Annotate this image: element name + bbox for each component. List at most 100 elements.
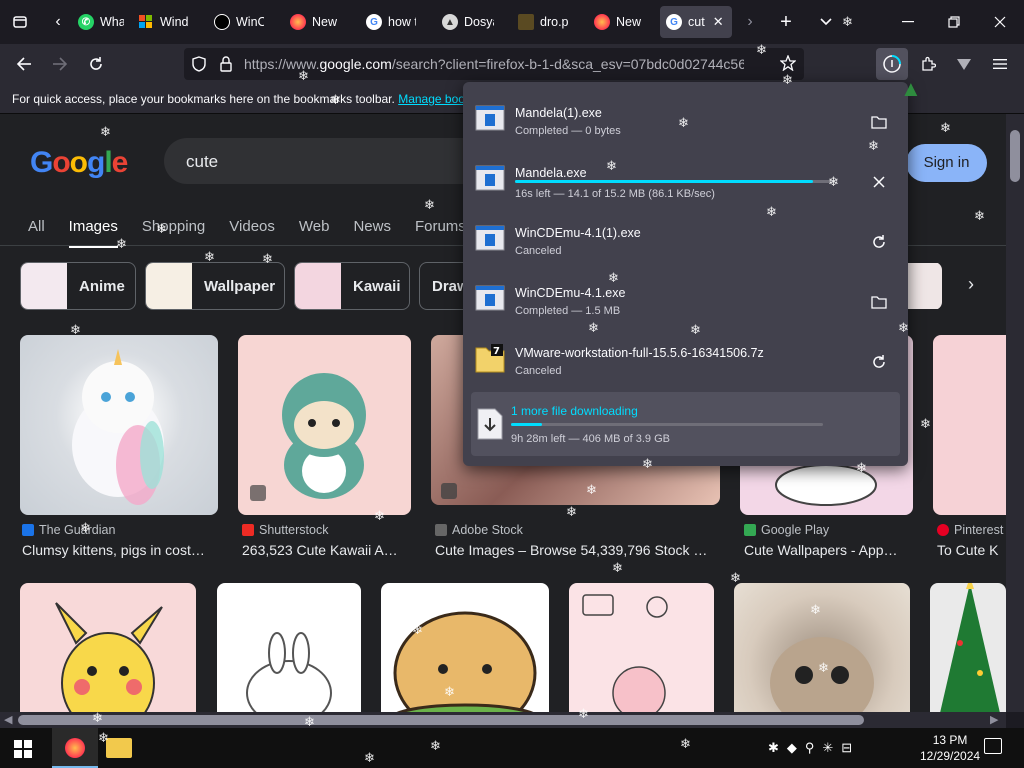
image-result-dog-burger[interactable] xyxy=(381,583,549,712)
close-window-icon[interactable] xyxy=(984,6,1016,38)
back-icon[interactable] xyxy=(8,48,40,80)
retry-icon[interactable] xyxy=(867,350,891,374)
google-logo[interactable]: Google xyxy=(30,146,128,180)
minimize-icon[interactable] xyxy=(892,6,924,38)
image-result-kitten[interactable] xyxy=(20,335,218,515)
tab-dosya[interactable]: ▲ Dosya xyxy=(436,6,500,38)
tab-videos[interactable]: Videos xyxy=(229,218,275,248)
image-result-molang[interactable] xyxy=(217,583,361,712)
result-caption[interactable]: To Cute K xyxy=(937,542,1006,558)
exe-file-icon xyxy=(475,285,505,311)
start-button[interactable] xyxy=(14,740,32,763)
image-result-kawaii-dino[interactable] xyxy=(238,335,411,515)
tab-whatsapp[interactable]: ✆ What xyxy=(72,6,130,38)
image-result-pikachu[interactable] xyxy=(20,583,196,712)
download-progress-bar xyxy=(511,423,823,426)
file-explorer-icon[interactable] xyxy=(106,738,132,758)
navigation-toolbar: https://www.google.com/search?client=fir… xyxy=(0,44,1024,84)
chip-wallpaper[interactable]: Wallpaper xyxy=(145,262,285,310)
file-icon xyxy=(518,14,534,30)
cancel-icon[interactable] xyxy=(867,170,891,194)
tab-dro[interactable]: dro.p xyxy=(512,6,576,38)
exe-file-icon xyxy=(475,105,505,131)
lock-icon[interactable] xyxy=(220,56,232,77)
image-result-doodle[interactable] xyxy=(569,583,714,712)
source-google-play[interactable]: Google Play xyxy=(744,523,829,537)
source-adobe[interactable]: Adobe Stock xyxy=(435,523,523,537)
result-caption[interactable]: Cute Wallpapers - App… xyxy=(744,542,914,558)
tab-shopping[interactable]: Shopping xyxy=(142,218,205,248)
scroll-left-icon[interactable]: ◀ xyxy=(4,713,12,726)
taskbar-clock[interactable]: 13 PM 12/29/2024 xyxy=(920,732,980,764)
tab-windows[interactable]: Wind xyxy=(132,6,200,38)
tab-github[interactable]: WinC xyxy=(208,6,270,38)
result-caption[interactable]: Clumsy kittens, pigs in cost… xyxy=(22,542,218,558)
tab-how[interactable]: G how t xyxy=(360,6,422,38)
download-filename: Mandela(1).exe xyxy=(515,106,602,120)
url-text[interactable]: https://www.google.com/search?client=fir… xyxy=(244,56,744,72)
taskbar-firefox[interactable] xyxy=(52,728,98,768)
source-guardian[interactable]: The Guardian xyxy=(22,523,115,537)
horizontal-scrollbar[interactable]: ◀ ▶ xyxy=(0,712,1006,728)
download-item[interactable]: 7 VMware-workstation-full-15.5.6-1634150… xyxy=(463,330,908,390)
tab-forums[interactable]: Forums xyxy=(415,218,466,248)
download-item[interactable]: WinCDEmu-4.1.exe Completed — 1.5 MB xyxy=(463,270,908,330)
bookmark-star-icon[interactable] xyxy=(779,54,797,76)
manage-bookmarks-link[interactable]: Manage book xyxy=(398,92,471,106)
scroll-tabs-left-icon[interactable]: ‹ xyxy=(44,6,72,38)
restore-icon[interactable] xyxy=(938,6,970,38)
tab-cute-active[interactable]: G cut ✕ xyxy=(660,6,732,38)
chip-label: Anime xyxy=(79,277,125,295)
system-tray-icons[interactable]: ✱◆⚲✳⊟ xyxy=(768,740,860,756)
folder-icon[interactable] xyxy=(867,290,891,314)
folder-icon[interactable] xyxy=(867,110,891,134)
site-favicon-icon xyxy=(242,524,254,536)
chip-anime[interactable]: Anime xyxy=(20,262,136,310)
scrollbar-thumb[interactable] xyxy=(18,715,864,725)
scroll-tabs-right-icon[interactable]: › xyxy=(736,6,764,38)
source-shutterstock[interactable]: Shutterstock xyxy=(242,523,328,537)
notification-icon[interactable] xyxy=(984,738,1002,754)
image-result-pinterest[interactable] xyxy=(933,335,1006,515)
scrollbar-thumb[interactable] xyxy=(1010,130,1020,182)
source-pinterest[interactable]: Pinterest xyxy=(937,523,1003,537)
download-filename: VMware-workstation-full-15.5.6-16341506.… xyxy=(515,346,764,360)
tab-new-1[interactable]: New xyxy=(284,6,346,38)
new-tab-icon[interactable]: + xyxy=(770,6,802,38)
result-caption[interactable]: 263,523 Cute Kawaii A… xyxy=(242,542,412,558)
sign-in-button[interactable]: Sign in xyxy=(906,144,987,182)
menu-icon[interactable] xyxy=(984,48,1016,80)
windows-taskbar: ✱◆⚲✳⊟ 13 PM 12/29/2024 xyxy=(0,728,1024,768)
image-result-cat-photo[interactable] xyxy=(734,583,910,712)
scroll-right-icon[interactable]: ▶ xyxy=(990,713,998,726)
tab-web[interactable]: Web xyxy=(299,218,330,248)
more-downloads-row[interactable]: 1 more file downloading 9h 28m left — 40… xyxy=(471,392,900,456)
forward-icon[interactable] xyxy=(44,48,76,80)
list-all-tabs-icon[interactable] xyxy=(810,6,842,38)
tab-images[interactable]: Images xyxy=(68,218,118,248)
source-label: Shutterstock xyxy=(259,523,329,537)
download-item[interactable]: Mandela(1).exe Completed — 0 bytes xyxy=(463,90,908,150)
download-status: Canceled xyxy=(515,245,562,257)
vpn-icon[interactable] xyxy=(948,48,980,80)
chips-next-icon[interactable]: › xyxy=(968,274,974,295)
image-result-christmas[interactable] xyxy=(930,583,1006,712)
windows-icon xyxy=(138,14,154,30)
shield-icon[interactable] xyxy=(192,56,206,77)
download-item-active[interactable]: Mandela.exe 16s left — 14.1 of 15.2 MB (… xyxy=(463,150,908,210)
result-caption[interactable]: Cute Images – Browse 54,339,796 Stock … xyxy=(435,542,720,558)
download-item[interactable]: WinCDEmu-4.1(1).exe Canceled xyxy=(463,210,908,270)
source-label: Adobe Stock xyxy=(452,523,523,537)
firefox-view-icon[interactable] xyxy=(4,6,36,38)
retry-icon[interactable] xyxy=(867,230,891,254)
clock-date: 12/29/2024 xyxy=(920,749,981,763)
tab-new-2[interactable]: New xyxy=(588,6,650,38)
close-tab-icon[interactable]: ✕ xyxy=(713,14,724,30)
url-bar[interactable]: https://www.google.com/search?client=fir… xyxy=(184,48,804,80)
reload-icon[interactable] xyxy=(80,48,112,80)
chip-kawaii[interactable]: Kawaii xyxy=(294,262,410,310)
vertical-scrollbar[interactable] xyxy=(1006,114,1024,712)
tab-news[interactable]: News xyxy=(353,218,391,248)
tab-all[interactable]: All xyxy=(28,218,45,248)
download-progress-bar xyxy=(515,180,835,183)
